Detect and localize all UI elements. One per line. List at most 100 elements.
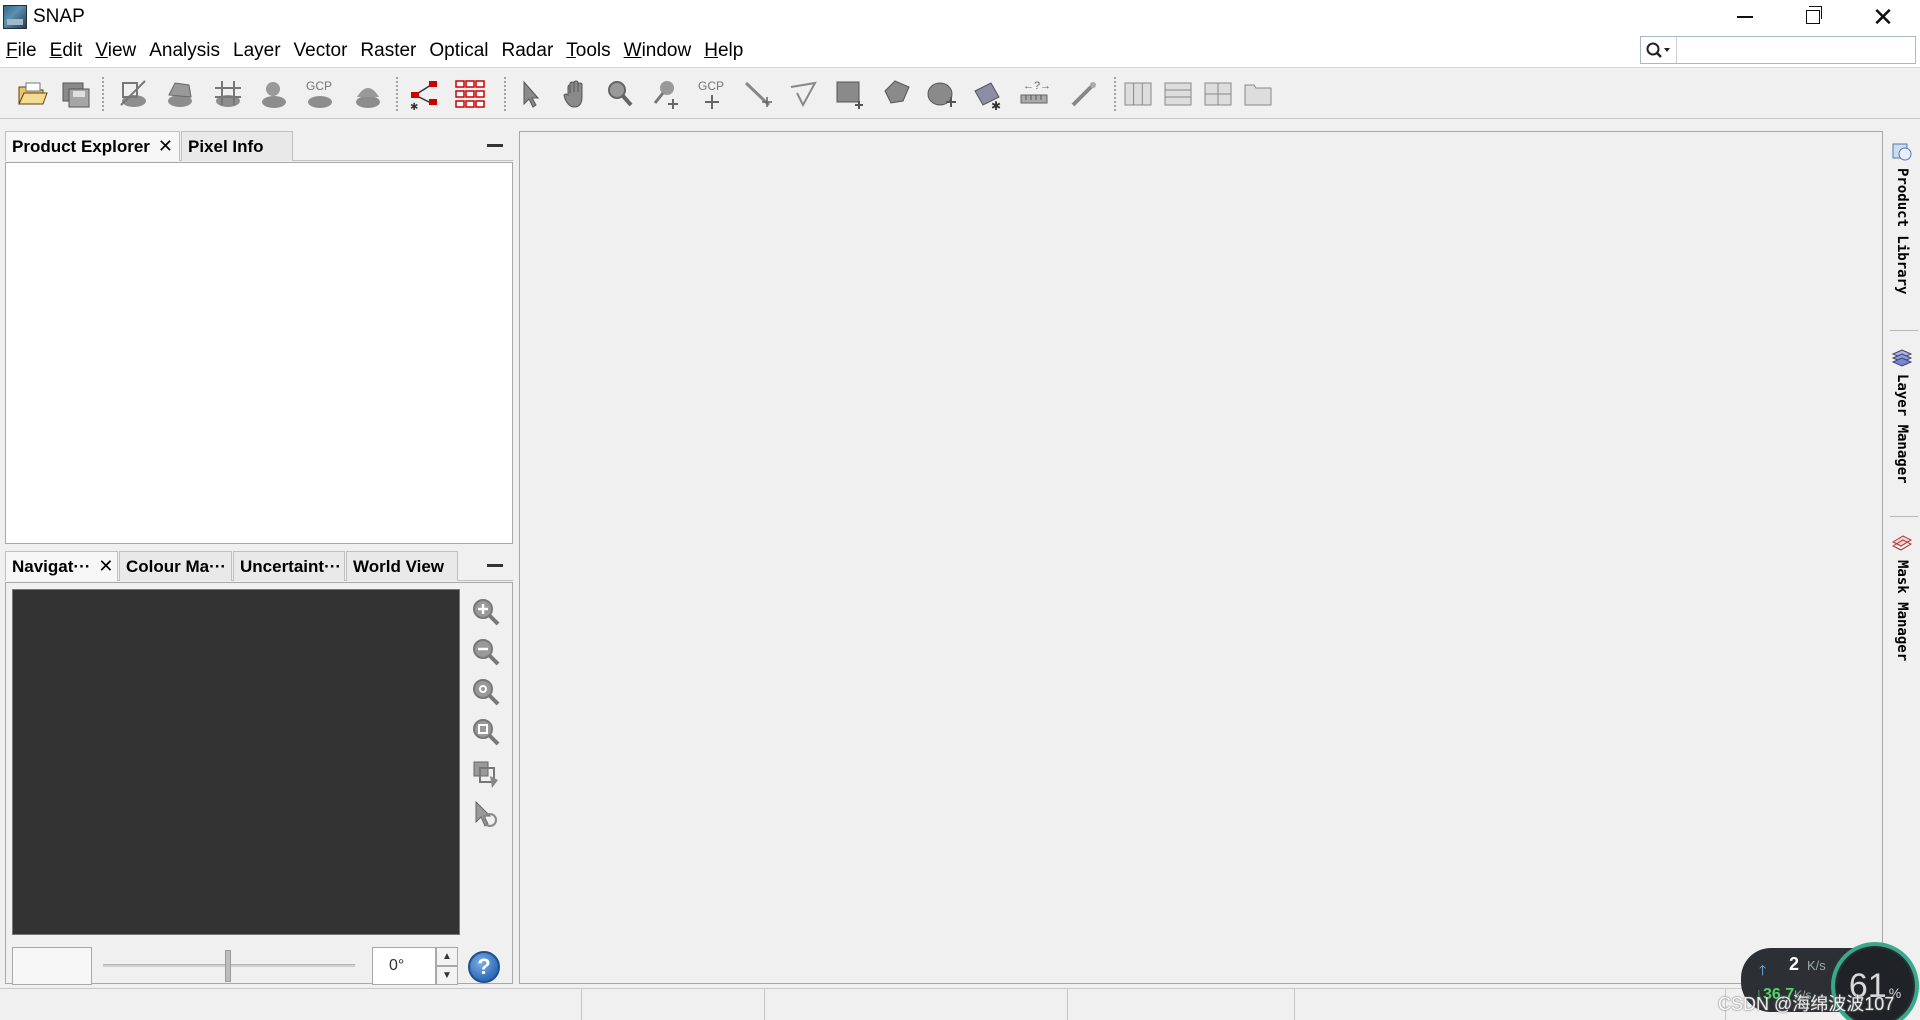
toolbar-separator bbox=[102, 77, 104, 111]
minimize-panel-icon[interactable] bbox=[487, 564, 503, 567]
status-divider bbox=[1067, 989, 1068, 1020]
minimize-panel-icon[interactable] bbox=[487, 144, 503, 147]
tab-navigation[interactable]: Navigat··· ✕ bbox=[5, 551, 118, 581]
graph-builder-icon[interactable]: ✱ bbox=[406, 77, 442, 111]
menu-help[interactable]: Help bbox=[704, 40, 743, 62]
pan-tool-icon[interactable] bbox=[558, 77, 594, 111]
save-product-icon[interactable] bbox=[58, 77, 94, 111]
graticule-icon[interactable] bbox=[210, 77, 246, 111]
restore-button[interactable] bbox=[1778, 0, 1848, 34]
tile-horizontally-icon[interactable] bbox=[1120, 77, 1156, 111]
menu-radar[interactable]: Radar bbox=[502, 40, 554, 62]
tab-pixel-info[interactable]: Pixel Info bbox=[181, 131, 293, 161]
insert-icon[interactable] bbox=[1066, 77, 1102, 111]
menu-bar: File Edit View Analysis Layer Vector Ras… bbox=[0, 34, 1920, 68]
upload-unit: K/s bbox=[1807, 958, 1826, 973]
menu-optical[interactable]: Optical bbox=[429, 40, 488, 62]
polyline-drawing-icon[interactable] bbox=[786, 77, 822, 111]
snap-app-icon bbox=[3, 5, 27, 29]
close-icon[interactable]: ✕ bbox=[98, 556, 113, 577]
tab-world-view[interactable]: World View bbox=[346, 551, 458, 581]
menu-edit[interactable]: Edit bbox=[50, 40, 83, 62]
help-button[interactable]: ? bbox=[468, 951, 500, 983]
menu-raster[interactable]: Raster bbox=[360, 40, 416, 62]
status-divider bbox=[1294, 989, 1295, 1020]
upload-speed: 2 bbox=[1789, 954, 1800, 974]
title-bar: SNAP ✕ bbox=[0, 0, 1920, 34]
search-icon[interactable] bbox=[1641, 37, 1677, 63]
gcp-placing-icon[interactable]: GCP bbox=[694, 77, 730, 111]
menu-vector[interactable]: Vector bbox=[294, 40, 348, 62]
close-icon: ✕ bbox=[1872, 2, 1894, 32]
editor-area[interactable] bbox=[519, 131, 1883, 984]
rotation-angle-field[interactable]: 0° bbox=[372, 947, 436, 985]
side-tab-layer-manager[interactable]: Layer Manager bbox=[1884, 346, 1920, 484]
zoom-default-icon[interactable] bbox=[469, 675, 503, 709]
zoom-tool-icon[interactable] bbox=[602, 77, 638, 111]
product-explorer-tree[interactable] bbox=[5, 162, 513, 544]
menu-tools[interactable]: Tools bbox=[566, 40, 610, 62]
close-button[interactable]: ✕ bbox=[1848, 0, 1918, 34]
magic-wand-icon[interactable]: ✱ bbox=[970, 77, 1006, 111]
rectangle-drawing-icon[interactable] bbox=[832, 77, 868, 111]
menu-file[interactable]: File bbox=[6, 40, 37, 62]
select-tool-icon[interactable] bbox=[512, 77, 548, 111]
mask-manager-icon bbox=[1891, 535, 1913, 551]
scale-field[interactable] bbox=[12, 947, 92, 985]
tile-single-icon[interactable] bbox=[1240, 77, 1276, 111]
toolbar-separator bbox=[504, 77, 506, 111]
zoom-all-icon[interactable] bbox=[469, 715, 503, 749]
open-product-icon[interactable] bbox=[14, 77, 50, 111]
navigation-tabs: Navigat··· ✕ Colour Ma··· Uncertaint··· … bbox=[5, 551, 513, 581]
navigation-panel: Navigat··· ✕ Colour Ma··· Uncertaint··· … bbox=[5, 551, 513, 985]
restore-icon bbox=[1806, 6, 1822, 24]
watermark: CSDN @海绵波波107 bbox=[1718, 994, 1895, 1014]
help-icon: ? bbox=[477, 954, 491, 979]
side-separator bbox=[1890, 330, 1918, 331]
product-library-icon bbox=[1892, 143, 1912, 161]
band-maths-icon[interactable] bbox=[116, 77, 152, 111]
ellipse-drawing-icon[interactable] bbox=[924, 77, 960, 111]
window-title: SNAP bbox=[33, 6, 85, 27]
status-bar bbox=[0, 988, 1920, 1020]
menu-view[interactable]: View bbox=[95, 40, 136, 62]
polygon-drawing-icon[interactable] bbox=[878, 77, 914, 111]
status-divider bbox=[764, 989, 765, 1020]
tile-evenly-icon[interactable] bbox=[1200, 77, 1236, 111]
mask-icon[interactable] bbox=[256, 77, 292, 111]
sync-views-icon[interactable] bbox=[469, 757, 503, 791]
menu-window[interactable]: Window bbox=[624, 40, 692, 62]
svg-text:✱: ✱ bbox=[991, 99, 1001, 111]
menu-analysis[interactable]: Analysis bbox=[149, 40, 220, 62]
reprojection-icon[interactable] bbox=[162, 77, 198, 111]
spin-up-button[interactable]: ▲ bbox=[436, 947, 458, 966]
line-drawing-icon[interactable] bbox=[740, 77, 776, 111]
gcp-icon[interactable]: GCP bbox=[302, 77, 338, 111]
navigation-preview[interactable] bbox=[12, 589, 460, 935]
close-icon[interactable]: ✕ bbox=[158, 136, 173, 157]
product-explorer-tabs: Product Explorer ✕ Pixel Info bbox=[5, 131, 513, 161]
gcp-placing-label: GCP bbox=[698, 79, 724, 93]
minimize-icon bbox=[1737, 16, 1753, 18]
quick-search-box bbox=[1640, 36, 1916, 64]
sync-cursor-icon[interactable] bbox=[469, 797, 503, 831]
tab-colour-manipulation[interactable]: Colour Ma··· bbox=[119, 551, 232, 581]
menu-layer[interactable]: Layer bbox=[233, 40, 281, 62]
zoom-slider-thumb[interactable] bbox=[225, 950, 231, 982]
svg-text:✱: ✱ bbox=[410, 102, 418, 111]
tile-vertically-icon[interactable] bbox=[1160, 77, 1196, 111]
pin-placing-icon[interactable] bbox=[648, 77, 684, 111]
status-divider bbox=[581, 989, 582, 1020]
tab-product-explorer[interactable]: Product Explorer ✕ bbox=[5, 131, 180, 161]
zoom-out-icon[interactable] bbox=[469, 635, 503, 669]
spin-down-button[interactable]: ▼ bbox=[436, 966, 458, 985]
side-tab-mask-manager[interactable]: Mask Manager bbox=[1884, 532, 1920, 661]
side-tab-product-library[interactable]: Product Library bbox=[1884, 140, 1920, 294]
search-input[interactable] bbox=[1677, 38, 1915, 62]
pin-manager-icon[interactable] bbox=[350, 77, 386, 111]
minimize-button[interactable] bbox=[1710, 0, 1780, 34]
batch-processing-icon[interactable] bbox=[452, 77, 488, 111]
zoom-in-icon[interactable] bbox=[469, 595, 503, 629]
tab-uncertainty[interactable]: Uncertaint··· bbox=[233, 551, 345, 581]
range-finder-icon[interactable]: ←?→ bbox=[1016, 77, 1052, 111]
